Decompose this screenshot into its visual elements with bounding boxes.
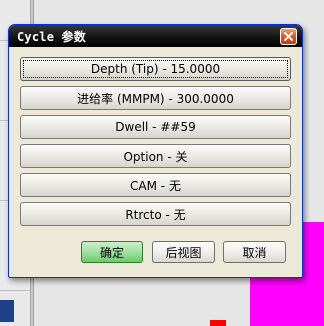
param-label: 进给率 (MMPM) - 300.0000 [77, 91, 234, 106]
ok-label: 确定 [99, 245, 124, 260]
dialog-titlebar[interactable]: Cycle 参数 [9, 25, 302, 47]
depth-tip-button[interactable]: Depth (Tip) - 15.0000 [20, 57, 291, 81]
cam-button[interactable]: CAM - 无 [20, 173, 291, 197]
back-view-label: 后视图 [165, 245, 202, 260]
cancel-button[interactable]: 取消 [223, 241, 286, 263]
cycle-params-dialog: Cycle 参数 Depth (Tip) - 15.0000 进给率 (MMPM… [8, 24, 303, 278]
param-label: Rtrcto - 无 [125, 207, 186, 222]
left-panel-selection [0, 300, 14, 322]
ok-button[interactable]: 确定 [81, 241, 143, 263]
red-shape [210, 320, 226, 326]
feed-rate-button[interactable]: 进给率 (MMPM) - 300.0000 [20, 86, 291, 110]
param-label: Depth (Tip) - 15.0000 [90, 62, 221, 76]
rtrcto-button[interactable]: Rtrcto - 无 [20, 202, 291, 226]
param-label: Dwell - ##59 [115, 120, 196, 134]
param-label: CAM - 无 [130, 178, 181, 193]
dialog-title: Cycle 参数 [17, 30, 86, 44]
param-label: Option - 关 [123, 149, 188, 164]
back-view-button[interactable]: 后视图 [152, 241, 215, 263]
close-button[interactable] [280, 28, 297, 45]
close-icon [284, 32, 293, 41]
cancel-label: 取消 [242, 245, 267, 260]
option-button[interactable]: Option - 关 [20, 144, 291, 168]
dwell-button[interactable]: Dwell - ##59 [20, 115, 291, 139]
